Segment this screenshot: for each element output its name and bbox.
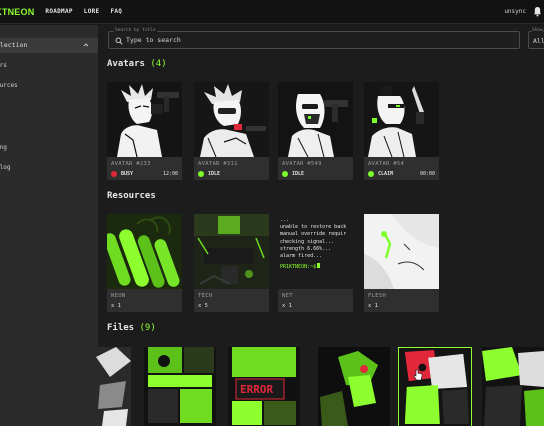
resource-card[interactable]: FLESH x 1: [364, 214, 439, 312]
show-select[interactable]: All: [528, 31, 544, 49]
bell-icon[interactable]: [533, 6, 542, 17]
section-avatars-count: (4): [150, 59, 167, 69]
avatar-status: BUSY: [121, 171, 134, 177]
resource-name: FLESH: [368, 293, 387, 299]
avatar-name: AVATAR #54: [368, 161, 405, 167]
file-thumbnail[interactable]: [318, 347, 390, 426]
resource-card[interactable]: ... unable to restore back manual overri…: [278, 214, 353, 312]
avatar-name: AVATAR #233: [111, 161, 151, 167]
main-content: Type to search Search by title All Show …: [96, 25, 544, 426]
avatar-status: IDLE: [292, 171, 305, 177]
section-files-label: Files: [107, 323, 135, 333]
avatar-card[interactable]: AVATAR #311 IDLE: [194, 82, 269, 180]
avatar-time: 12:00: [162, 171, 178, 177]
sidebar-collection-header[interactable]: llection: [0, 38, 98, 53]
sidebar-item-changelog[interactable]: elog: [0, 164, 10, 171]
resource-image: [364, 214, 439, 289]
file-thumbnail[interactable]: [482, 347, 544, 426]
section-title-files: Files (9): [107, 323, 156, 333]
sidebar: llection ars ources s s ing elog: [0, 25, 98, 426]
avatar-name: AVATAR #549: [282, 161, 322, 167]
resource-qty: x 1: [111, 303, 121, 309]
terminal-cursor: [317, 263, 321, 269]
terminal-line: strength 6.66%...: [280, 245, 332, 252]
resource-qty: x 1: [368, 303, 378, 309]
sidebar-header-label: llection: [0, 41, 28, 49]
unsync-button[interactable]: unsync: [504, 8, 526, 15]
resource-image: [107, 214, 182, 289]
avatar-name: AVATAR #311: [198, 161, 238, 167]
resource-name: NET: [282, 293, 293, 299]
avatar-image: [364, 82, 439, 157]
section-avatars-label: Avatars: [107, 59, 145, 69]
search-input[interactable]: Type to search: [108, 31, 520, 49]
avatar-image: [194, 82, 269, 157]
avatar-time: 00:00: [419, 171, 435, 177]
logo[interactable]: JKTNEON: [0, 7, 34, 17]
avatar-card[interactable]: AVATAR #549 IDLE: [278, 82, 353, 180]
resource-card[interactable]: NEON x 1: [107, 214, 182, 312]
terminal-line: manual override requir: [280, 231, 347, 238]
nav-link-lore[interactable]: LORE: [84, 8, 100, 15]
terminal-prompt-text: PR1KTNEON:~$: [280, 264, 317, 271]
resource-image: [194, 214, 269, 289]
status-dot: [282, 171, 288, 177]
search-label: Search by title: [114, 28, 157, 33]
avatar-card[interactable]: AVATAR #233 BUSY 12:00: [107, 82, 182, 180]
section-title-avatars: Avatars (4): [107, 59, 167, 69]
avatar-status: CLAIM: [378, 171, 394, 177]
file-thumbnail-selected[interactable]: [398, 347, 472, 426]
section-resources-label: Resources: [107, 191, 156, 201]
resource-name: NEON: [111, 293, 126, 299]
terminal-prompt: PR1KTNEON:~$: [280, 263, 351, 271]
terminal-line: alarm fired...: [280, 253, 323, 260]
avatar-image: [107, 82, 182, 157]
section-files-count: (9): [139, 323, 156, 333]
status-dot: [111, 171, 117, 177]
resource-qty: x 5: [198, 303, 208, 309]
sidebar-item-avatars[interactable]: ars: [0, 62, 7, 69]
terminal-line: checking signal...: [280, 238, 335, 245]
terminal-image: ... unable to restore back manual overri…: [278, 214, 353, 289]
hand-cursor-icon: [413, 369, 423, 381]
nav-link-roadmap[interactable]: ROADMAP: [45, 8, 72, 15]
sidebar-item-resources[interactable]: ources: [0, 82, 18, 89]
top-nav-bar: JKTNEON ROADMAP LORE FAQ unsync: [0, 0, 544, 24]
terminal-line: unable to restore back: [280, 224, 347, 231]
nav-link-faq[interactable]: FAQ: [110, 8, 122, 15]
avatar-status: IDLE: [208, 171, 221, 177]
avatar-card[interactable]: AVATAR #54 CLAIM 00:00: [364, 82, 439, 180]
file-thumbnail[interactable]: [96, 347, 131, 426]
status-dot: [368, 171, 374, 177]
avatar-image: [278, 82, 353, 157]
file-thumbnail[interactable]: ERROR: [228, 347, 300, 426]
show-select-value: All: [533, 37, 544, 45]
section-title-resources: Resources: [107, 191, 156, 201]
resource-name: TECH: [198, 293, 213, 299]
search-placeholder: Type to search: [126, 36, 181, 44]
show-label: Show: [532, 28, 543, 33]
resource-qty: x 1: [282, 303, 292, 309]
status-dot: [198, 171, 204, 177]
chevron-up-icon: [83, 43, 89, 47]
search-icon: [115, 37, 123, 45]
terminal-line: ...: [280, 217, 290, 223]
resource-card[interactable]: TECH x 5: [194, 214, 269, 312]
file-thumbnail[interactable]: [144, 347, 216, 426]
error-text: ERROR: [240, 383, 273, 396]
sidebar-item-5[interactable]: ing: [0, 144, 7, 151]
